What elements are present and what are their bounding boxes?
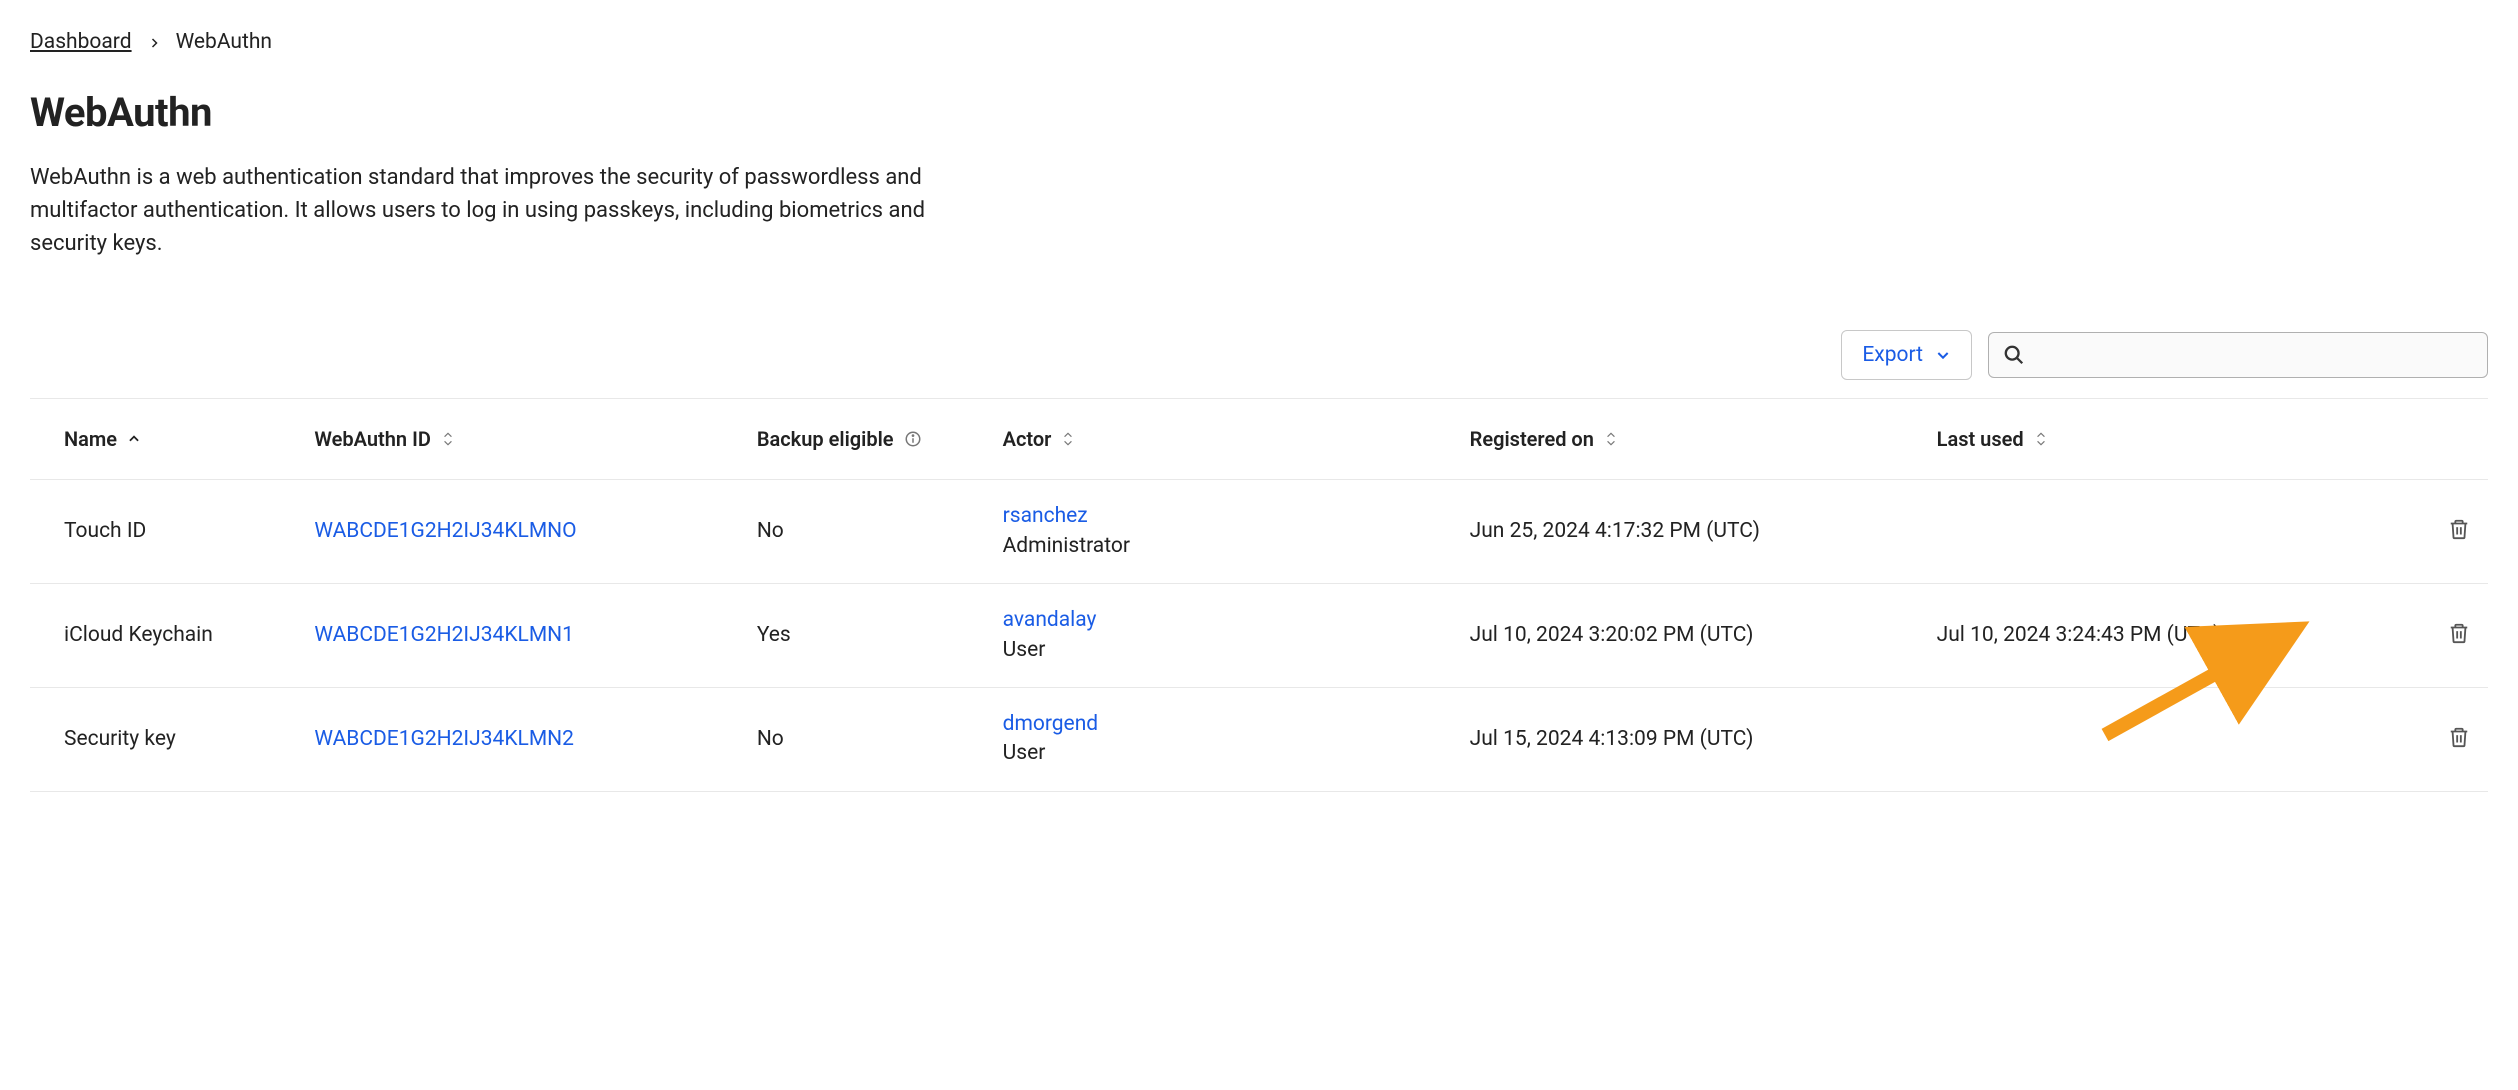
cell-name: iCloud Keychain <box>30 584 300 688</box>
table-row: Security key WABCDE1G2H2IJ34KLMN2 No dmorge… <box>30 687 2488 791</box>
table-toolbar: Export <box>30 330 2488 380</box>
actor-link[interactable]: avandalay <box>1003 606 1442 635</box>
delete-button[interactable] <box>2444 618 2474 648</box>
col-header-webauthn-id[interactable]: WebAuthn ID <box>300 399 742 480</box>
col-header-registered-on[interactable]: Registered on <box>1456 399 1923 480</box>
webauthn-id-link[interactable]: WABCDE1G2H2IJ34KLMN1 <box>314 623 574 647</box>
cell-name: Security key <box>30 687 300 791</box>
cell-backup-eligible: No <box>743 687 989 791</box>
search-input[interactable] <box>2035 343 2473 367</box>
cell-registered-on: Jul 10, 2024 3:20:02 PM (UTC) <box>1456 584 1923 688</box>
col-header-webauthn-id-label: WebAuthn ID <box>314 425 430 453</box>
cell-backup-eligible: No <box>743 480 989 584</box>
trash-icon <box>2448 726 2470 748</box>
actor-role: Administrator <box>1003 532 1442 561</box>
col-header-lastused-label: Last used <box>1937 425 2024 453</box>
trash-icon <box>2448 622 2470 644</box>
webauthn-id-link[interactable]: WABCDE1G2H2IJ34KLMN2 <box>314 727 574 751</box>
cell-last-used <box>1923 687 2390 791</box>
chevron-down-icon <box>1935 347 1951 363</box>
sort-icon <box>441 431 455 447</box>
sort-asc-icon <box>127 432 141 446</box>
actor-link[interactable]: dmorgend <box>1003 710 1442 739</box>
cell-last-used: Jul 10, 2024 3:24:43 PM (UTC) <box>1923 584 2390 688</box>
cell-name: Touch ID <box>30 480 300 584</box>
cell-registered-on: Jul 15, 2024 4:13:09 PM (UTC) <box>1456 687 1923 791</box>
trash-icon <box>2448 518 2470 540</box>
cell-last-used <box>1923 480 2390 584</box>
actor-role: User <box>1003 739 1442 768</box>
col-header-name-label: Name <box>64 425 117 453</box>
col-header-last-used[interactable]: Last used <box>1923 399 2390 480</box>
delete-button[interactable] <box>2444 722 2474 752</box>
col-header-backup-eligible[interactable]: Backup eligible <box>743 399 989 480</box>
export-button-label: Export <box>1862 343 1923 367</box>
col-header-actor-label: Actor <box>1003 425 1052 453</box>
search-box[interactable] <box>1988 332 2488 378</box>
webauthn-table: Name WebAuthn ID Backup eligible <box>30 398 2488 791</box>
col-header-actions <box>2390 399 2488 480</box>
search-icon <box>2003 344 2025 366</box>
col-header-name[interactable]: Name <box>30 399 300 480</box>
delete-button[interactable] <box>2444 514 2474 544</box>
sort-icon <box>2034 431 2048 447</box>
info-icon[interactable] <box>904 430 922 448</box>
col-header-actor[interactable]: Actor <box>989 399 1456 480</box>
actor-role: User <box>1003 636 1442 665</box>
page-description: WebAuthn is a web authentication standar… <box>30 161 970 260</box>
col-header-registered-label: Registered on <box>1470 425 1594 453</box>
actor-link[interactable]: rsanchez <box>1003 502 1442 531</box>
breadcrumb-current: WebAuthn <box>176 28 272 57</box>
table-header-row: Name WebAuthn ID Backup eligible <box>30 399 2488 480</box>
chevron-right-icon <box>148 37 160 49</box>
sort-icon <box>1604 431 1618 447</box>
table-row: Touch ID WABCDE1G2H2IJ34KLMNO No rsanchezAd… <box>30 480 2488 584</box>
breadcrumb-root-link[interactable]: Dashboard <box>30 28 132 57</box>
cell-backup-eligible: Yes <box>743 584 989 688</box>
col-header-backup-label: Backup eligible <box>757 425 894 453</box>
breadcrumb: Dashboard WebAuthn <box>30 28 2488 57</box>
sort-icon <box>1061 431 1075 447</box>
export-button[interactable]: Export <box>1841 330 1972 380</box>
page-title: WebAuthn <box>30 85 2488 141</box>
cell-registered-on: Jun 25, 2024 4:17:32 PM (UTC) <box>1456 480 1923 584</box>
table-row: iCloud Keychain WABCDE1G2H2IJ34KLMN1 Yesav… <box>30 584 2488 688</box>
webauthn-id-link[interactable]: WABCDE1G2H2IJ34KLMNO <box>314 519 576 543</box>
